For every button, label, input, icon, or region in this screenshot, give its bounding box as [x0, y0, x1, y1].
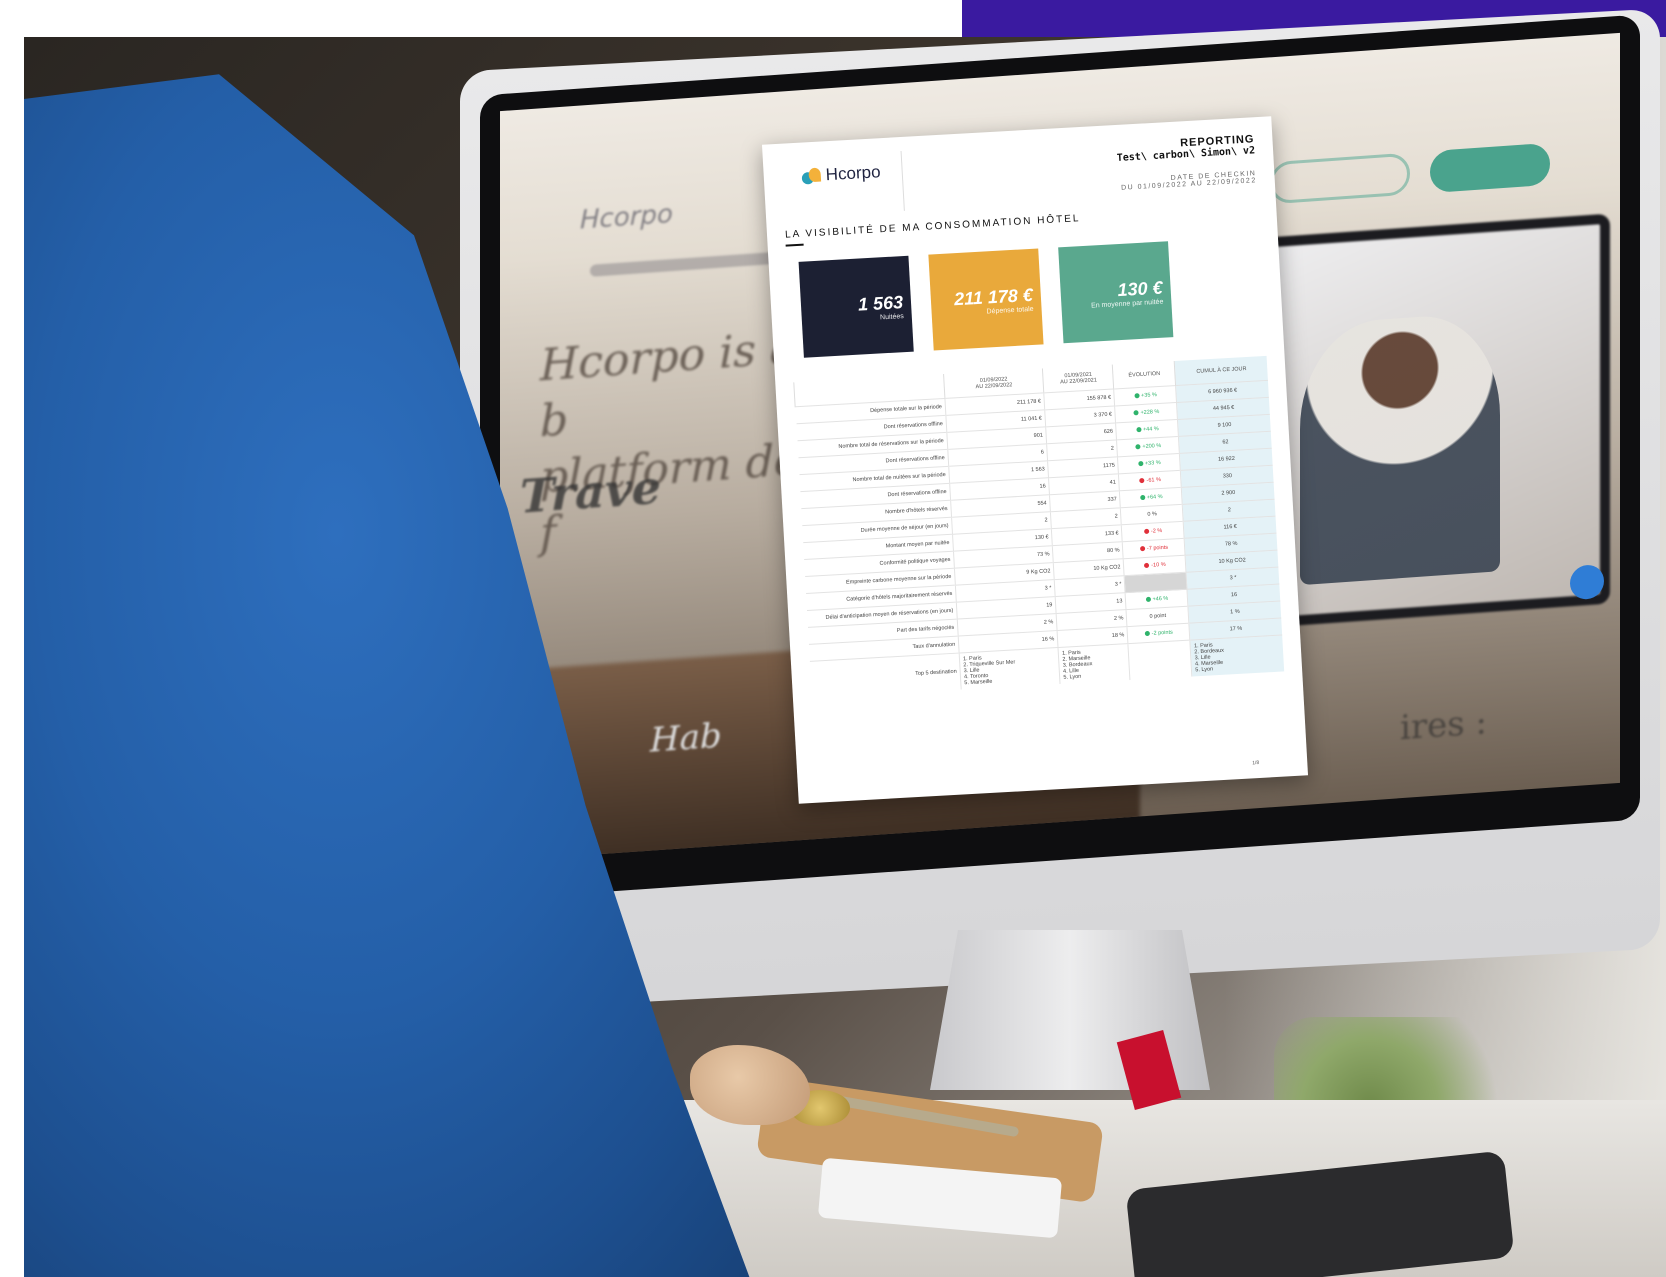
- trend-up-icon: [1144, 630, 1150, 637]
- website-subheadline: Trave: [520, 459, 661, 524]
- evolution-text: +200 %: [1142, 442, 1162, 450]
- current-value: 1. Paris 2. Triqueville Sur Mer 3. Lille…: [959, 647, 1061, 690]
- report-logo-text: Hcorpo: [825, 162, 882, 185]
- evolution-value: [1128, 640, 1193, 681]
- trend-down-icon: [1144, 562, 1150, 569]
- row-label: Top 5 destination: [809, 653, 962, 698]
- trend-up-icon: [1133, 410, 1139, 416]
- evolution-text: +33 %: [1144, 459, 1161, 467]
- website-logo[interactable]: Hcorpo: [580, 199, 673, 235]
- website-primary-button[interactable]: [1430, 142, 1550, 194]
- trend-up-icon: [1137, 461, 1144, 467]
- evolution-text: +35 %: [1140, 392, 1158, 399]
- trend-up-icon: [1145, 596, 1151, 603]
- evolution-text: +228 %: [1140, 408, 1160, 417]
- kpi-total-spend: 211 178 € Dépense totale: [928, 248, 1044, 351]
- kpi-average-per-night: 130 € En moyenne par nuitée: [1058, 241, 1174, 344]
- evolution-text: -7 points: [1146, 544, 1169, 552]
- section-underline: [785, 243, 804, 247]
- trend-up-icon: [1133, 393, 1140, 399]
- trend-down-icon: [1139, 477, 1145, 484]
- report-logo: Hcorpo: [801, 162, 881, 186]
- header-divider: [900, 150, 905, 211]
- evolution-text: +44 %: [1142, 426, 1159, 433]
- website-outline-button[interactable]: [1270, 152, 1410, 205]
- previous-value: 1. Paris 2. Marseille 3. Bordeaux 4. Lil…: [1058, 643, 1131, 684]
- evolution-text: +46 %: [1152, 595, 1169, 603]
- evolution-text: -61 %: [1146, 477, 1162, 484]
- cumulative-value: 1. Paris 2. Bordeaux 3. Lille 4. Marseil…: [1190, 634, 1285, 677]
- header-evolution: ÉVOLUTION: [1112, 361, 1176, 389]
- page-number: 1/8: [1252, 759, 1260, 767]
- trend-down-icon: [1143, 528, 1150, 535]
- kpi-nights: 1 563 Nuitées: [798, 255, 914, 358]
- report-table: 01/09/2022 AU 22/09/2022 01/09/2021 AU 2…: [793, 355, 1285, 698]
- trend-up-icon: [1139, 494, 1145, 501]
- website-bottom-right-text: ires :: [1400, 702, 1487, 749]
- report-document: Hcorpo REPORTING Test\ carbon\ Simon\ v2…: [761, 116, 1309, 804]
- evolution-text: -2 %: [1150, 528, 1163, 535]
- table-body: Dépense totale sur la période 211 178 €15…: [795, 380, 1285, 698]
- trend-down-icon: [1139, 546, 1146, 552]
- evolution-text: -10 %: [1151, 561, 1166, 569]
- kpi-row: 1 563 Nuitées 211 178 € Dépense totale 1…: [798, 236, 1266, 358]
- website-bottom-text: Hab: [650, 715, 722, 761]
- hcorpo-logo-icon: [801, 167, 822, 184]
- evolution-text: -2 points: [1151, 629, 1173, 637]
- trend-up-icon: [1135, 444, 1141, 450]
- trend-up-icon: [1135, 427, 1142, 433]
- evolution-text: +64 %: [1146, 493, 1163, 501]
- report-title-block: REPORTING Test\ carbon\ Simon\ v2 DATE D…: [1116, 133, 1257, 192]
- website-person-image: [1300, 311, 1500, 586]
